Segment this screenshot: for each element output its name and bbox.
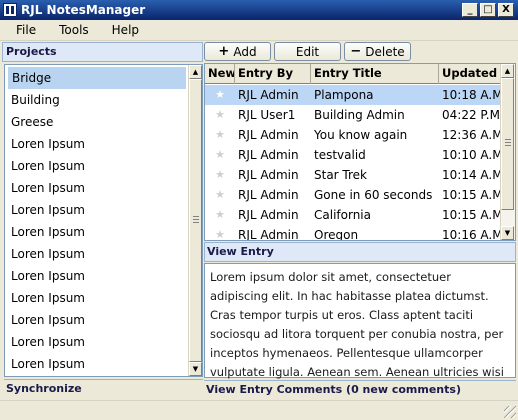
star-icon: ★	[215, 88, 225, 101]
scrollbar-thumb[interactable]	[189, 79, 202, 362]
project-list-item[interactable]: Loren Ipsum	[5, 331, 188, 353]
edit-button-label: Edit	[295, 44, 320, 59]
plus-icon: +	[218, 44, 230, 59]
cell-entry-by: RJL Admin	[238, 148, 299, 162]
menu-help[interactable]: Help	[98, 23, 148, 37]
project-list-item[interactable]: Loren Ipsum	[5, 265, 188, 287]
project-list-item[interactable]: Greese	[5, 111, 188, 133]
table-row[interactable]: ★ RJL Admin testvalid 10:10 A.M.	[205, 145, 501, 165]
cell-entry-title: You know again	[314, 128, 408, 142]
cell-entry-title: Star Trek	[314, 168, 367, 182]
window-title: RJL NotesManager	[21, 3, 146, 17]
project-list-item[interactable]: Loren Ipsum	[5, 353, 188, 375]
project-list-item[interactable]: Loren Ipsum	[5, 155, 188, 177]
delete-button-label: Delete	[365, 44, 405, 59]
app-icon	[3, 3, 17, 17]
view-entry-comments-section[interactable]: View Entry Comments (0 new comments)	[204, 380, 516, 398]
projects-header: Projects	[2, 42, 203, 62]
star-icon: ★	[215, 228, 225, 240]
column-header-new[interactable]: New	[205, 64, 235, 84]
table-row[interactable]: ★ RJL User1 Building Admin 04:22 P.M.	[205, 105, 501, 125]
projects-list-items: Bridge Building Greese Loren Ipsum Loren Ips…	[5, 65, 188, 376]
view-entry-text: Lorem ipsum dolor sit amet, consectetuer…	[204, 263, 516, 398]
close-button[interactable]: X	[498, 3, 514, 17]
cell-entry-by: RJL Admin	[238, 168, 299, 182]
star-icon: ★	[215, 148, 225, 161]
table-row[interactable]: ★ RJL Admin Gone in 60 seconds 10:15 A.M.	[205, 185, 501, 205]
cell-entry-by: RJL Admin	[238, 128, 299, 142]
scroll-up-arrow-icon[interactable]: ▲	[189, 65, 202, 79]
delete-button[interactable]: − Delete	[344, 42, 411, 61]
cell-entry-by: RJL Admin	[238, 88, 299, 102]
cell-updated: 10:15 A.M.	[442, 188, 501, 202]
resize-grip-icon[interactable]	[504, 406, 516, 418]
cell-updated: 04:22 P.M.	[442, 108, 501, 122]
add-button[interactable]: + Add	[204, 42, 271, 61]
entries-scrollbar[interactable]: ▲ ▼	[500, 64, 515, 240]
cell-updated: 10:15 A.M.	[442, 208, 501, 222]
synchronize-section[interactable]: Synchronize	[4, 379, 203, 397]
minus-icon: −	[350, 44, 362, 59]
cell-updated: 10:16 A.M.	[442, 228, 501, 240]
project-list-item[interactable]: Building	[5, 89, 188, 111]
scroll-down-arrow-icon[interactable]: ▼	[501, 226, 514, 240]
cell-updated: 10:14 A.M.	[442, 168, 501, 182]
entries-table: New Entry By Entry Title Updated ★ RJL Ad…	[204, 63, 516, 241]
project-list-item[interactable]: Loren Ipsum	[5, 199, 188, 221]
projects-panel: Projects Bridge Building Greese Loren Ipsum…	[2, 42, 203, 397]
cell-entry-by: RJL Admin	[238, 208, 299, 222]
project-list-item[interactable]: Loren Ipsum	[5, 133, 188, 155]
cell-entry-title: Building Admin	[314, 108, 405, 122]
star-icon: ★	[215, 108, 225, 121]
cell-entry-title: California	[314, 208, 371, 222]
table-row[interactable]: ★ RJL Admin California 10:15 A.M.	[205, 205, 501, 225]
table-row[interactable]: ★ RJL Admin You know again 12:36 A.M.	[205, 125, 501, 145]
edit-button[interactable]: Edit	[274, 42, 341, 61]
projects-list: Bridge Building Greese Loren Ipsum Loren Ips…	[4, 64, 203, 377]
scroll-down-arrow-icon[interactable]: ▼	[189, 362, 202, 376]
cell-entry-title: Oregon	[314, 228, 359, 240]
project-list-item[interactable]: Bridge	[8, 67, 186, 89]
cell-updated: 10:18 A.M.	[442, 88, 501, 102]
scroll-up-arrow-icon[interactable]: ▲	[501, 64, 514, 78]
scrollbar-thumb[interactable]	[501, 78, 514, 210]
star-icon: ★	[215, 188, 225, 201]
project-list-item[interactable]: Loren Ipsum	[5, 309, 188, 331]
add-button-label: Add	[233, 44, 257, 59]
cell-updated: 12:36 A.M.	[442, 128, 501, 142]
entry-toolbar: + Add Edit − Delete	[204, 42, 516, 62]
table-row[interactable]: ★ RJL Admin Oregon 10:16 A.M.	[205, 225, 501, 240]
projects-scrollbar[interactable]: ▲ ▼	[188, 65, 202, 376]
table-header: New Entry By Entry Title Updated	[205, 64, 501, 84]
minimize-button[interactable]: _	[462, 3, 478, 17]
star-icon: ★	[215, 208, 225, 221]
star-icon: ★	[215, 168, 225, 181]
menu-file[interactable]: File	[0, 23, 45, 37]
status-bar	[0, 400, 518, 420]
project-list-item[interactable]: Loren Ipsum	[5, 243, 188, 265]
maximize-button[interactable]: □	[480, 3, 496, 17]
cell-entry-by: RJL Admin	[238, 228, 299, 240]
table-row[interactable]: ★ RJL Admin Star Trek 10:14 A.M.	[205, 165, 501, 185]
project-list-item[interactable]: Loren Ipsum	[5, 177, 188, 199]
table-body: ★ RJL Admin Plampona 10:18 A.M. ★ RJL User1 Bu…	[205, 85, 501, 240]
project-list-item[interactable]: Loren Ipsum	[5, 221, 188, 243]
view-entry-header: View Entry	[204, 242, 516, 262]
star-icon: ★	[215, 128, 225, 141]
cell-entry-title: testvalid	[314, 148, 366, 162]
title-bar: RJL NotesManager _ □ X	[0, 0, 518, 20]
cell-entry-by: RJL Admin	[238, 188, 299, 202]
column-header-entry-title[interactable]: Entry Title	[311, 64, 439, 84]
menu-bar: File Tools Help	[0, 20, 518, 41]
cell-entry-title: Gone in 60 seconds	[314, 188, 433, 202]
cell-updated: 10:10 A.M.	[442, 148, 501, 162]
project-list-item[interactable]: Loren Ipsum	[5, 287, 188, 309]
table-row[interactable]: ★ RJL Admin Plampona 10:18 A.M.	[205, 85, 501, 105]
cell-entry-by: RJL User1	[238, 108, 296, 122]
cell-entry-title: Plampona	[314, 88, 374, 102]
column-header-updated[interactable]: Updated	[439, 64, 501, 84]
column-header-entry-by[interactable]: Entry By	[235, 64, 311, 84]
menu-tools[interactable]: Tools	[45, 23, 98, 37]
